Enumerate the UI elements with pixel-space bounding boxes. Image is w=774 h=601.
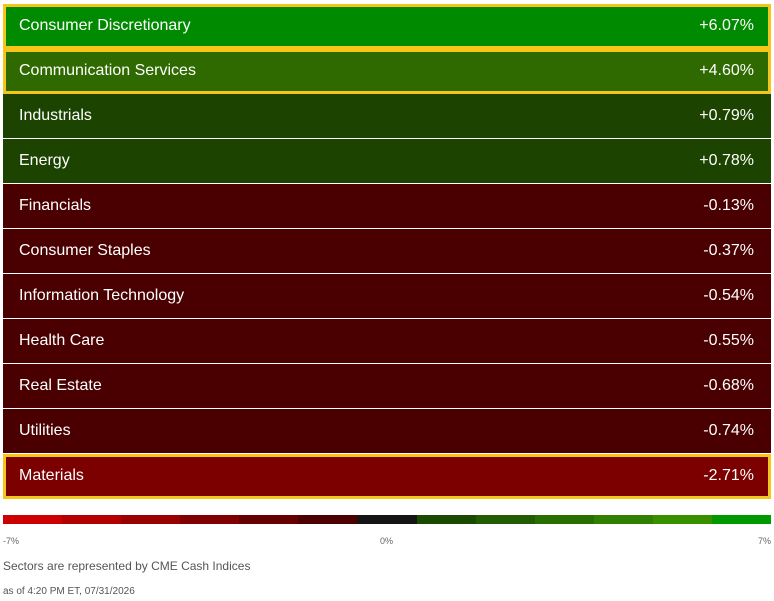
- sector-name: Utilities: [19, 422, 71, 439]
- sector-row[interactable]: Consumer Discretionary +6.07%: [3, 4, 771, 49]
- sector-change: +0.79%: [699, 107, 754, 124]
- sector-row[interactable]: Financials -0.13%: [3, 184, 771, 229]
- sector-change: -0.54%: [703, 287, 754, 304]
- scale-segment: [357, 515, 417, 524]
- scale-segment: [3, 515, 63, 524]
- source-note: Sectors are represented by CME Cash Indi…: [3, 559, 251, 573]
- sector-row[interactable]: Health Care -0.55%: [3, 319, 771, 364]
- scale-segment: [121, 515, 181, 524]
- color-scale-bar: [3, 515, 772, 524]
- sector-row[interactable]: Energy +0.78%: [3, 139, 771, 184]
- scale-min-label: -7%: [3, 536, 20, 546]
- sector-change: -0.37%: [703, 242, 754, 259]
- sector-row[interactable]: Consumer Staples -0.37%: [3, 229, 771, 274]
- sector-change: -0.68%: [703, 377, 754, 394]
- sector-row[interactable]: Information Technology -0.54%: [3, 274, 771, 319]
- sector-change: -2.71%: [703, 467, 754, 484]
- sector-row[interactable]: Communication Services +4.60%: [3, 49, 771, 94]
- sector-name: Health Care: [19, 332, 105, 349]
- scale-mid-label: 0%: [380, 536, 394, 546]
- sector-row[interactable]: Materials -2.71%: [3, 454, 771, 499]
- sector-change: -0.74%: [703, 422, 754, 439]
- timestamp: as of 4:20 PM ET, 07/31/2026: [3, 586, 135, 597]
- scale-segment: [62, 515, 122, 524]
- sector-name: Information Technology: [19, 287, 185, 304]
- scale-segment: [711, 515, 772, 524]
- sector-name: Industrials: [19, 107, 92, 124]
- scale-segment: [652, 515, 712, 524]
- sector-change: -0.13%: [703, 197, 754, 214]
- scale-segment: [239, 515, 299, 524]
- sector-change: -0.55%: [703, 332, 754, 349]
- sector-name: Communication Services: [19, 62, 196, 79]
- sector-name: Materials: [19, 467, 84, 484]
- sector-row[interactable]: Industrials +0.79%: [3, 94, 771, 139]
- sector-change: +0.78%: [699, 152, 754, 169]
- sector-change: +4.60%: [699, 62, 754, 79]
- scale-segment: [593, 515, 653, 524]
- sector-name: Consumer Staples: [19, 242, 151, 259]
- scale-segment: [534, 515, 594, 524]
- scale-segment: [416, 515, 476, 524]
- sector-name: Real Estate: [19, 377, 102, 394]
- sector-name: Energy: [19, 152, 70, 169]
- scale-max-label: 7%: [757, 536, 771, 546]
- sector-performance-table: Consumer Discretionary +6.07% Communicatio…: [3, 4, 771, 499]
- sector-row[interactable]: Real Estate -0.68%: [3, 364, 771, 409]
- sector-row[interactable]: Utilities -0.74%: [3, 409, 771, 454]
- sector-name: Consumer Discretionary: [19, 17, 191, 34]
- sector-name: Financials: [19, 197, 92, 214]
- scale-segment: [180, 515, 240, 524]
- scale-segment: [475, 515, 535, 524]
- scale-segment: [298, 515, 358, 524]
- sector-change: +6.07%: [699, 17, 754, 34]
